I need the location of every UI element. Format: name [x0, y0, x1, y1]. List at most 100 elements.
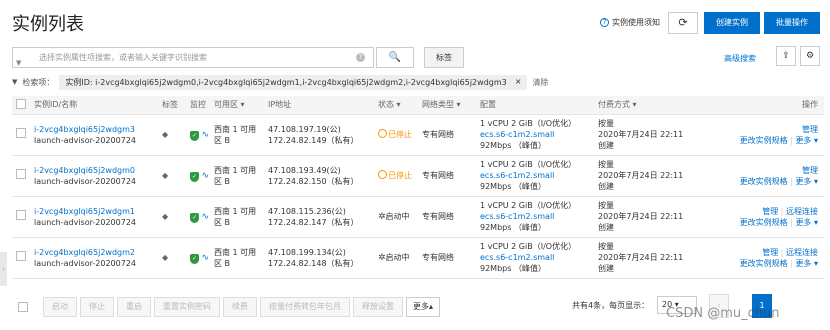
public-ip: 47.108.115.236(公): [268, 206, 346, 216]
instance-name: launch-advisor-20200724: [34, 258, 137, 268]
private-ip: 172.24.82.150（私有）: [268, 176, 359, 186]
billing-type: 按量: [598, 242, 614, 251]
public-ip: 47.108.193.49(公): [268, 165, 341, 175]
bulk-release-button[interactable]: 释放设置: [353, 297, 403, 317]
manage-link[interactable]: 管理: [762, 248, 778, 257]
select-all-checkbox[interactable]: [16, 98, 26, 109]
manage-link[interactable]: 管理: [692, 124, 818, 135]
bulk-restart-button[interactable]: 重启: [117, 297, 151, 317]
more-dropdown[interactable]: 更多 ▾: [795, 218, 818, 227]
change-spec-link[interactable]: 更改实例规格: [740, 218, 788, 227]
export-button[interactable]: ⇪: [776, 46, 796, 66]
status-text: 启动中: [385, 252, 410, 262]
status-badge: 已停止: [378, 129, 412, 139]
row-checkbox[interactable]: [16, 128, 26, 138]
tag-icon[interactable]: ◆: [162, 212, 168, 221]
filter-chip-text: 实例ID: i-2vcg4bxglqi65j2wdgm0,i-2vcg4bxgl…: [65, 77, 507, 87]
billing-type: 按量: [598, 119, 614, 128]
bulk-start-button[interactable]: 启动: [43, 297, 77, 317]
config-bandwidth: 92Mbps （峰值）: [480, 141, 546, 150]
search-button[interactable]: 🔍: [376, 47, 414, 68]
monitor-chart-icon[interactable]: ∿: [202, 130, 210, 140]
security-shield-icon[interactable]: ✓: [190, 171, 199, 182]
col-zone[interactable]: 可用区 ▾: [210, 96, 264, 115]
config-spec-link[interactable]: ecs.s6-c1m2.small: [480, 129, 594, 140]
spinner-icon: ✲: [378, 252, 386, 263]
export-icon: ⇪: [782, 51, 790, 61]
advanced-search-link[interactable]: 高级搜索: [724, 53, 756, 64]
manage-link[interactable]: 管理: [762, 207, 778, 216]
row-checkbox[interactable]: [16, 210, 26, 220]
tag-filter-button[interactable]: 标签: [424, 47, 464, 68]
col-config: 配置: [476, 96, 594, 115]
instance-id-link[interactable]: i-2vcg4bxglqi65j2wdgm2: [34, 247, 158, 258]
col-billing[interactable]: 付费方式 ▾: [594, 96, 688, 115]
collapse-handle[interactable]: ‹: [0, 252, 7, 286]
table-row: i-2vcg4bxglqi65j2wdgm0 launch-advisor-202…: [12, 155, 824, 197]
remote-connect-link[interactable]: 远程连接: [786, 248, 818, 257]
tag-icon[interactable]: ◆: [162, 171, 168, 180]
bulk-renew-button[interactable]: 续费: [223, 297, 257, 317]
clear-filter-link[interactable]: 清除: [532, 77, 548, 88]
bulk-convert-billing-button[interactable]: 按量付费转包年包月: [260, 297, 350, 317]
bulk-select-checkbox[interactable]: [18, 302, 28, 312]
clear-search-icon[interactable]: ?: [356, 53, 365, 62]
batch-operation-button[interactable]: 批量操作: [764, 12, 820, 34]
config-cpu: 1 vCPU 2 GiB（I/O优化）: [480, 201, 577, 210]
divider: |: [780, 247, 784, 257]
manage-link[interactable]: 管理: [692, 165, 818, 176]
table-header-row: 实例ID/名称 标签 监控 可用区 ▾ IP地址 状态 ▾ 网络类型 ▾ 配置 …: [12, 96, 824, 115]
zone-line-1: 西南 1 可用: [214, 206, 257, 216]
change-spec-link[interactable]: 更改实例规格: [740, 177, 788, 186]
tag-icon[interactable]: ◆: [162, 130, 168, 139]
page-title: 实例列表: [12, 14, 84, 35]
col-network[interactable]: 网络类型 ▾: [418, 96, 476, 115]
bulk-reset-password-button[interactable]: 重置实例密码: [154, 297, 220, 317]
created-time: 2020年7月24日 22:11: [598, 171, 684, 180]
row-checkbox[interactable]: [16, 251, 26, 261]
row-checkbox[interactable]: [16, 169, 26, 179]
settings-button[interactable]: ⚙: [800, 46, 820, 66]
config-spec-link[interactable]: ecs.s6-c1m2.small: [480, 170, 594, 181]
monitor-chart-icon[interactable]: ∿: [202, 171, 210, 181]
instance-id-link[interactable]: i-2vcg4bxglqi65j2wdgm0: [34, 165, 158, 176]
col-status[interactable]: 状态 ▾: [374, 96, 418, 115]
public-ip: 47.108.199.134(公): [268, 247, 346, 257]
monitor-chart-icon[interactable]: ∿: [202, 253, 210, 263]
more-dropdown[interactable]: 更多 ▾: [795, 136, 818, 145]
security-shield-icon[interactable]: ✓: [190, 130, 199, 141]
col-ops: 操作: [688, 96, 824, 115]
divider: |: [790, 135, 793, 145]
chevron-left-icon: ‹: [2, 265, 5, 273]
help-link-label: 实例使用须知: [612, 18, 660, 27]
close-icon[interactable]: ×: [515, 77, 522, 88]
remote-connect-link[interactable]: 远程连接: [786, 207, 818, 216]
gear-icon: ⚙: [805, 51, 815, 61]
bulk-stop-button[interactable]: 停止: [80, 297, 114, 317]
table-row: i-2vcg4bxglqi65j2wdgm2 launch-advisor-202…: [12, 237, 824, 279]
col-ip: IP地址: [264, 96, 374, 115]
public-ip: 47.108.197.19(公): [268, 124, 341, 134]
config-bandwidth: 92Mbps （峰值）: [480, 223, 546, 232]
config-spec-link[interactable]: ecs.s6-c1m2.small: [480, 211, 594, 222]
security-shield-icon[interactable]: ✓: [190, 212, 199, 223]
instance-id-link[interactable]: i-2vcg4bxglqi65j2wdgm3: [34, 124, 158, 135]
filter-icon: ▼: [16, 59, 22, 67]
change-spec-link[interactable]: 更改实例规格: [740, 259, 788, 268]
config-spec-link[interactable]: ecs.s6-c1m2.small: [480, 252, 594, 263]
instance-id-link[interactable]: i-2vcg4bxglqi65j2wdgm1: [34, 206, 158, 217]
create-instance-button[interactable]: 创建实例: [704, 12, 760, 34]
search-input[interactable]: ▼ 选择实例属性项搜索，或者输入关键字识别搜索 ?: [12, 47, 374, 68]
change-spec-link[interactable]: 更改实例规格: [740, 136, 788, 145]
more-dropdown[interactable]: 更多 ▾: [795, 259, 818, 268]
created-label: 创建: [598, 223, 614, 232]
bulk-more-button[interactable]: 更多▴: [406, 297, 441, 317]
instance-table: 实例ID/名称 标签 监控 可用区 ▾ IP地址 状态 ▾ 网络类型 ▾ 配置 …: [12, 96, 824, 279]
tag-icon[interactable]: ◆: [162, 253, 168, 262]
pagination-total: 共有4条，每页显示：: [572, 301, 650, 310]
more-dropdown[interactable]: 更多 ▾: [795, 177, 818, 186]
refresh-button[interactable]: ⟳: [668, 12, 698, 34]
help-link[interactable]: ? 实例使用须知: [600, 17, 660, 28]
monitor-chart-icon[interactable]: ∿: [202, 212, 210, 222]
security-shield-icon[interactable]: ✓: [190, 253, 199, 264]
